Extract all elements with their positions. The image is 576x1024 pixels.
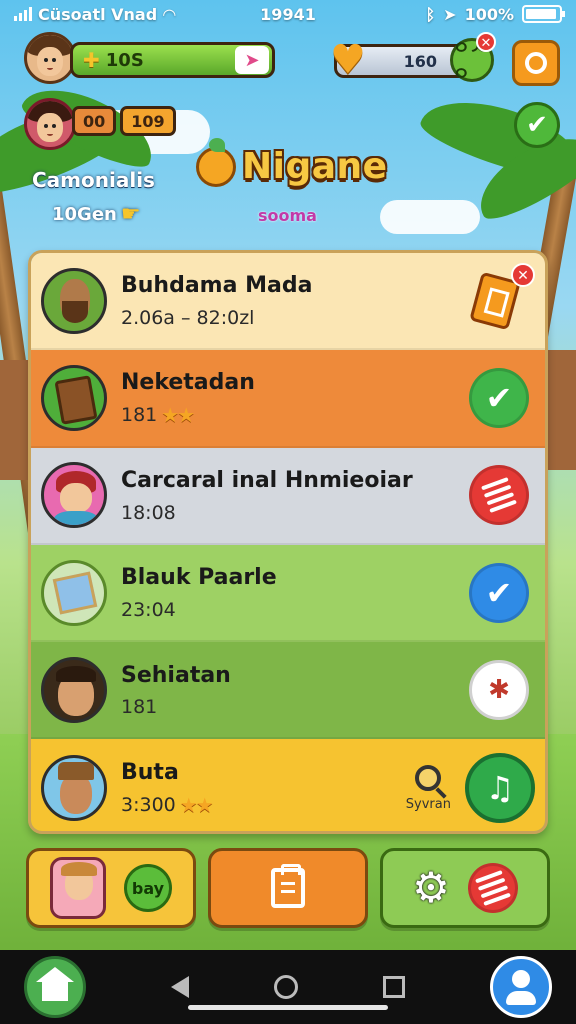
item-sub: 2.06a – 82:0zl: [121, 306, 255, 329]
home-button[interactable]: [24, 956, 86, 1018]
camera-button[interactable]: [512, 40, 560, 86]
avatar: [41, 462, 107, 529]
camera-icon: [525, 52, 547, 74]
check-button[interactable]: ✔: [469, 367, 529, 428]
item-sub: 3:300: [121, 794, 176, 817]
settings-card[interactable]: ⚙: [380, 848, 550, 928]
avatar: [41, 755, 107, 822]
stripes-button[interactable]: [469, 465, 529, 526]
list-item[interactable]: Blauk Paarle 23:04 ✔: [31, 544, 545, 643]
book-avatar: [41, 364, 107, 431]
xp-value: 10S: [105, 49, 144, 71]
stripes-icon: [481, 477, 517, 514]
bottle-icon: bay: [124, 864, 172, 912]
bottle-label: bay: [131, 878, 165, 898]
home-circle-icon[interactable]: [274, 975, 298, 999]
heart-icon: ♥: [330, 37, 366, 83]
player-name: Camonialis: [32, 168, 155, 192]
home-indicator: [188, 1005, 388, 1010]
item-name: Blauk Paarle: [121, 565, 277, 591]
chip-b: 109: [120, 106, 176, 136]
plus-icon: ✚: [83, 48, 100, 72]
status-bar: Cüsoatl Vnad ◠ 19941 ᛒ ➤ 100%: [0, 0, 576, 28]
xp-bar: ✚ 10S ➤: [70, 42, 275, 78]
stripes-icon: [474, 870, 511, 906]
list-item[interactable]: Buta 3:300 ★★ Syvran ♫: [31, 739, 545, 831]
confirm-button[interactable]: ✔: [514, 102, 560, 148]
search-icon: [415, 764, 442, 791]
arrow-icon[interactable]: ➤: [235, 46, 269, 74]
navigation-bar: [0, 950, 576, 1024]
close-badge-icon[interactable]: ✕: [476, 32, 496, 52]
compass-icon: ✱: [488, 674, 510, 705]
clock-text: 19941: [260, 4, 316, 24]
clipboard-icon: [271, 864, 305, 908]
list-item[interactable]: Neketadan 181 ★★ ✔: [31, 350, 545, 448]
stripes-button[interactable]: [467, 863, 518, 913]
music-button[interactable]: ♫: [465, 753, 535, 824]
avatar: [41, 267, 107, 334]
player-avatar[interactable]: [24, 32, 76, 84]
avatar: [41, 656, 107, 723]
avatar: [50, 857, 106, 919]
gear-icon[interactable]: ⚙: [412, 867, 450, 909]
player-sub-text: 10Gen: [52, 204, 117, 225]
signal-icon: [14, 7, 32, 21]
stars-icon: ★★: [161, 403, 195, 428]
profile-button[interactable]: [490, 956, 552, 1018]
stars-icon: ★★: [179, 793, 214, 818]
heart-value: 160: [403, 51, 437, 71]
chip-a: 00: [72, 106, 117, 136]
player-sub: 10Gen ☛: [52, 202, 141, 227]
search-label: Syvran: [405, 796, 451, 812]
hand-icon: ☛: [120, 202, 141, 227]
bluetooth-icon: ᛒ: [425, 4, 436, 24]
map-avatar: [41, 559, 107, 626]
game-subtitle: sooma: [258, 206, 317, 225]
carrier-text: Cüsoatl Vnad: [38, 4, 158, 24]
contact-list: Buhdama Mada 2.06a – 82:0zl ✕ Neketadan …: [28, 250, 548, 834]
home-icon: [36, 967, 74, 1001]
check-button[interactable]: ✔: [469, 562, 529, 623]
item-sub: 23:04: [121, 598, 176, 621]
friend-avatar[interactable]: [24, 98, 76, 150]
list-item[interactable]: Buhdama Mada 2.06a – 82:0zl ✕: [31, 253, 545, 351]
item-sub: 181: [121, 696, 158, 719]
item-name: Sehiatan: [121, 662, 231, 688]
wifi-icon: ◠: [163, 4, 176, 24]
item-sub: 18:08: [121, 501, 176, 524]
fruit-icon: [196, 137, 236, 187]
search-button[interactable]: Syvran: [405, 764, 451, 812]
item-name: Buhdama Mada: [121, 273, 313, 299]
game-logo: Nigane: [196, 137, 388, 187]
location-icon: ➤: [443, 4, 457, 24]
item-name: Carcaral inal Hnmieoiar: [121, 467, 413, 493]
list-item[interactable]: Carcaral inal Hnmieoiar 18:08: [31, 447, 545, 545]
back-icon[interactable]: [171, 976, 189, 998]
close-icon[interactable]: ✕: [511, 263, 535, 287]
recents-icon[interactable]: [383, 976, 405, 998]
list-item[interactable]: Sehiatan 181 ✱: [31, 642, 545, 740]
clipboard-card[interactable]: [208, 848, 368, 928]
item-name: Neketadan: [121, 369, 255, 395]
item-sub: 181: [121, 404, 158, 427]
compass-button[interactable]: ✱: [469, 659, 529, 720]
item-name: Buta: [121, 759, 179, 785]
game-title: Nigane: [242, 146, 388, 187]
friends-card[interactable]: bay: [26, 848, 196, 928]
resource-chips: 00 109: [72, 106, 176, 136]
battery-percent: 100%: [464, 4, 515, 24]
battery-icon: [522, 5, 566, 23]
